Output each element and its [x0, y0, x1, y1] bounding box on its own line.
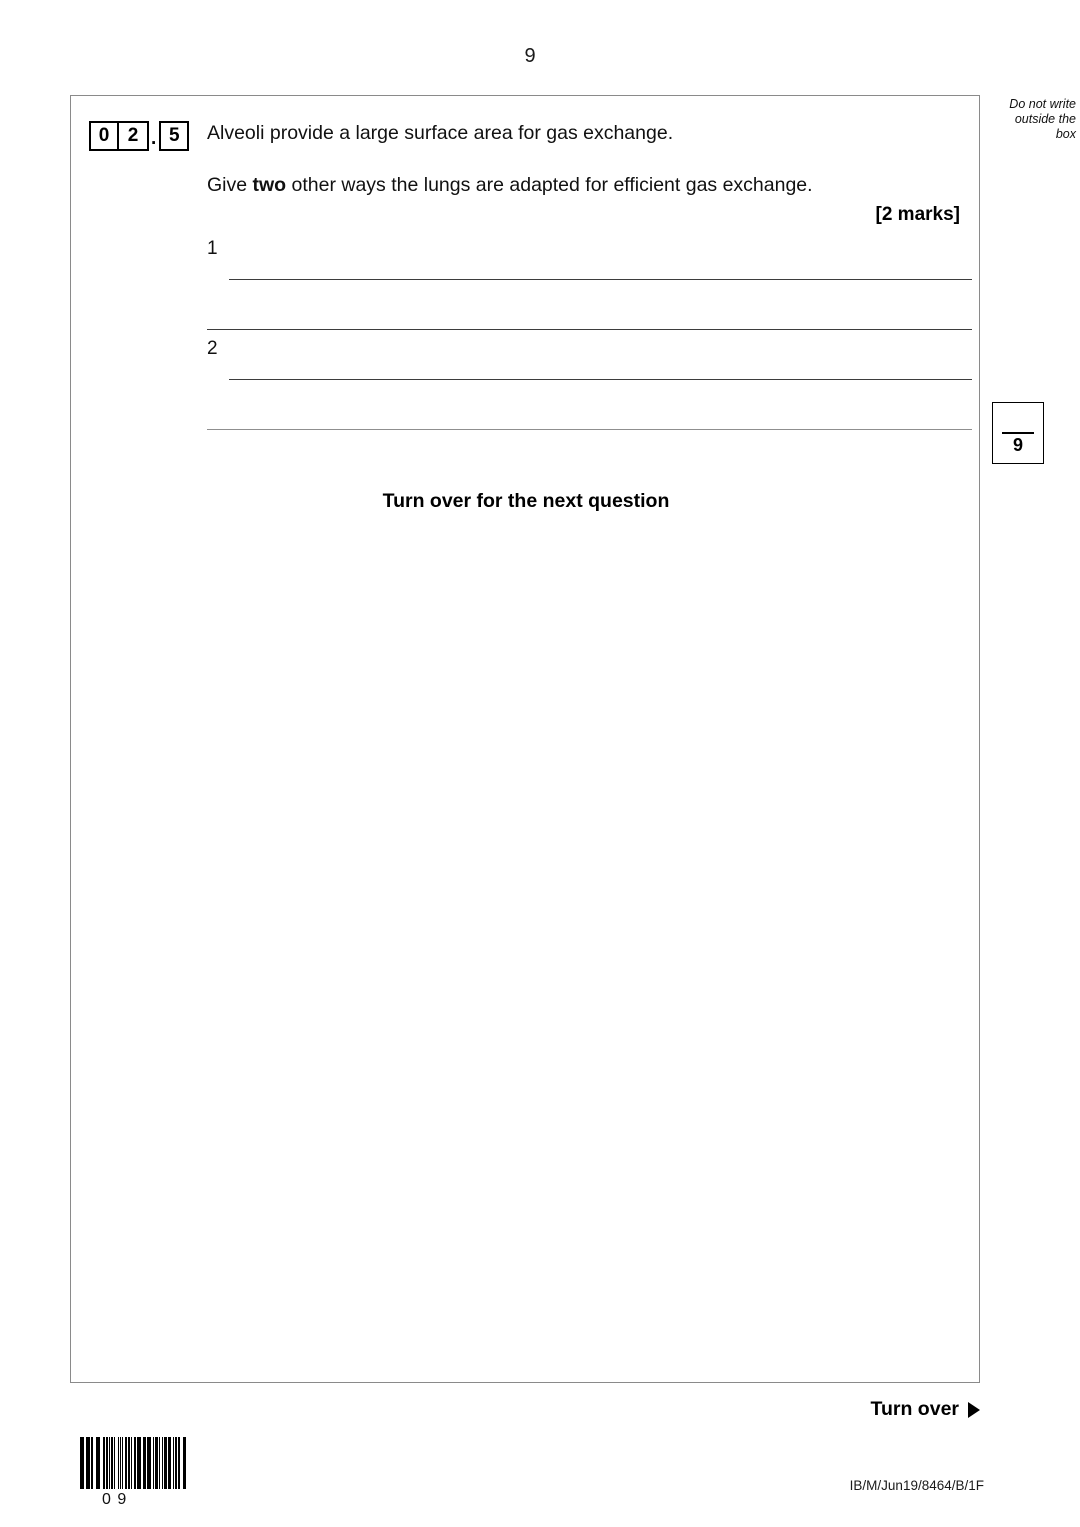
question-number: 0 2 . 5 [89, 121, 190, 151]
marks-total-box: 9 [992, 402, 1044, 464]
answer-rule-2-continued[interactable] [207, 429, 972, 430]
answer-row-2[interactable]: 2 [207, 338, 972, 388]
outside-note-line-2: outside the [1014, 112, 1076, 126]
answer-rule-2[interactable] [229, 379, 972, 380]
turn-over-label: Turn over [870, 1398, 959, 1420]
answer-label-1: 1 [207, 238, 218, 259]
answer-rule-1-continued[interactable] [207, 329, 972, 330]
do-not-write-outside-box-note: Do not write outside the box [988, 97, 1076, 142]
answer-row-1-continued[interactable] [207, 288, 972, 338]
answer-row-2-continued[interactable] [207, 388, 972, 438]
page-number: 9 [524, 45, 536, 67]
question-stem: Alveoli provide a large surface area for… [207, 122, 674, 144]
instruction-suffix: other ways the lungs are adapted for eff… [286, 174, 813, 196]
question-instruction: Give two other ways the lungs are adapte… [207, 172, 972, 198]
barcode-digits: 0 9 [102, 1491, 128, 1508]
marks-label: [2 marks] [875, 204, 961, 225]
marks-total-rule [1002, 432, 1034, 434]
answer-lines: 1 2 [207, 238, 972, 438]
next-question-note: Turn over for the next question [382, 490, 670, 512]
answer-content-box: 0 2 . 5 Alveoli provide a large surface … [70, 95, 980, 1383]
answer-rule-1[interactable] [229, 279, 972, 280]
turn-over-footer: Turn over [871, 1398, 980, 1421]
arrow-right-icon [968, 1401, 980, 1418]
outside-note-line-1: Do not write [1009, 97, 1076, 111]
marks-total-value: 9 [1012, 435, 1023, 455]
barcode-block: 0 9 [80, 1437, 186, 1509]
question-body: Alveoli provide a large surface area for… [207, 120, 972, 226]
answer-row-1[interactable]: 1 [207, 238, 972, 288]
barcode-image [80, 1437, 186, 1489]
outside-note-line-3: box [1055, 127, 1076, 141]
answer-label-2: 2 [207, 338, 218, 359]
instruction-emphasis: two [252, 174, 287, 196]
question-number-sub-digit: 5 [159, 121, 190, 151]
question-number-separator: . [151, 128, 157, 149]
instruction-prefix: Give [207, 174, 253, 196]
question-number-digit-1: 2 [119, 121, 149, 151]
document-code: IB/M/Jun19/8464/B/1F [849, 1478, 984, 1493]
question-number-digit-0: 0 [89, 121, 119, 151]
